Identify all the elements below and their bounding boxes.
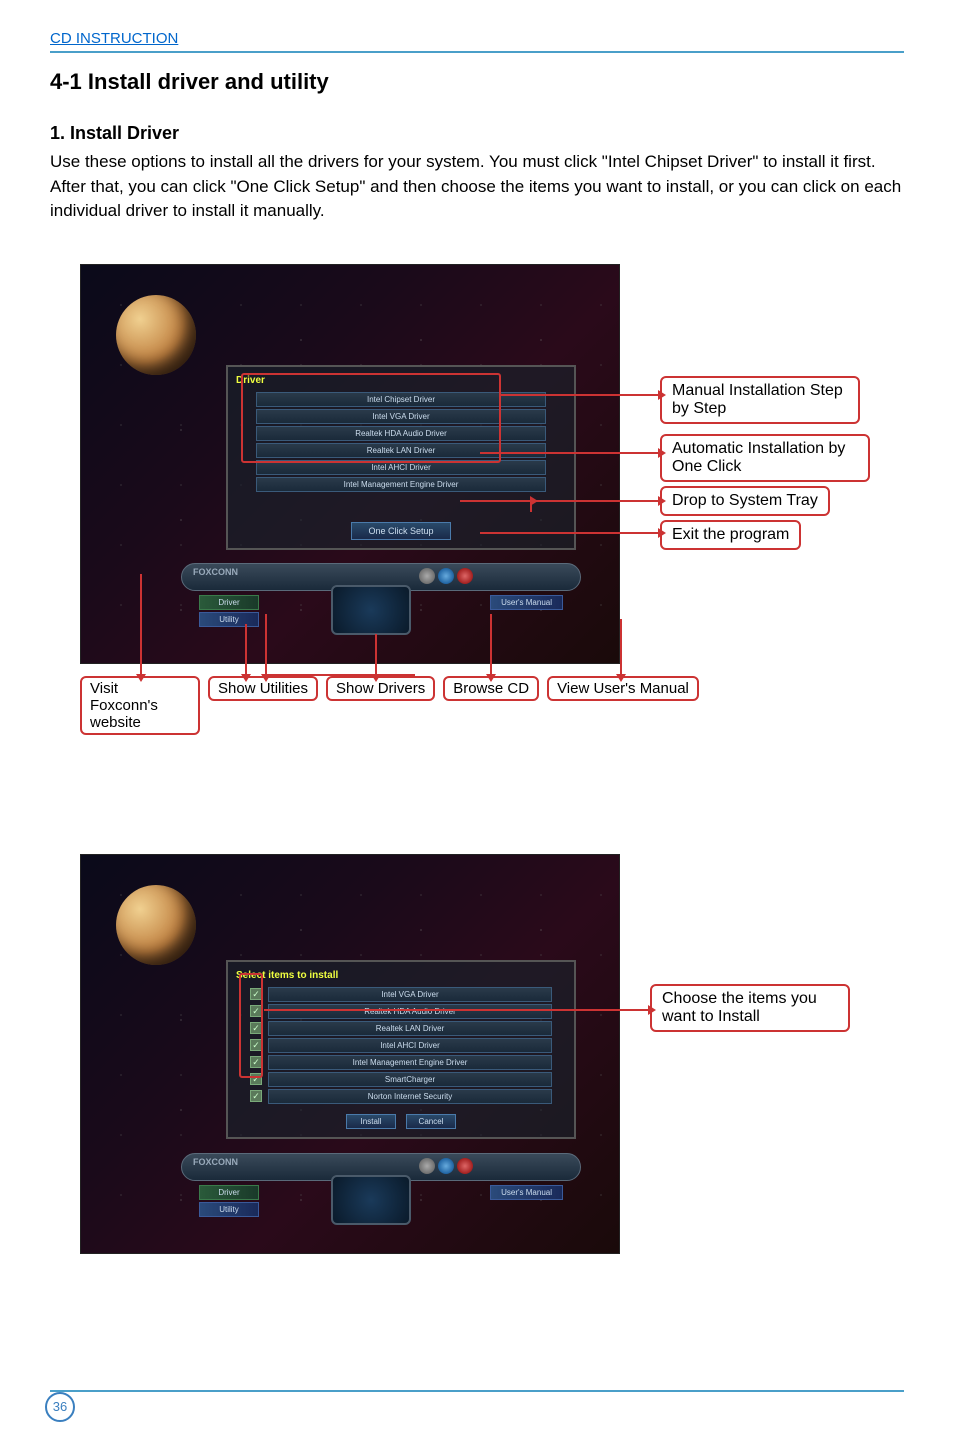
- driver-panel: Driver Intel Chipset Driver Intel VGA Dr…: [226, 365, 576, 550]
- checkbox-row: ✓ Norton Internet Security: [250, 1089, 552, 1104]
- checkbox-icon[interactable]: ✓: [250, 1022, 262, 1034]
- checkbox-row: ✓ Realtek LAN Driver: [250, 1021, 552, 1036]
- left-buttons: Driver Utility: [199, 1185, 259, 1219]
- one-click-setup-button[interactable]: One Click Setup: [351, 522, 451, 540]
- checkbox-row: ✓ Intel AHCI Driver: [250, 1038, 552, 1053]
- arrow-line: [264, 1009, 648, 1011]
- checkbox-icon[interactable]: ✓: [250, 1073, 262, 1085]
- left-buttons: Driver Utility: [199, 595, 259, 629]
- screenshot-2: Select items to install ✓ Intel VGA Drive…: [80, 854, 620, 1254]
- dock: FOXCONN Driver Utility User's Manual: [181, 553, 581, 633]
- cancel-button[interactable]: Cancel: [406, 1114, 456, 1129]
- callout-choose: Choose the items you want to Install: [650, 984, 850, 1032]
- install-item[interactable]: Intel AHCI Driver: [268, 1038, 552, 1053]
- right-buttons: User's Manual: [490, 595, 563, 612]
- callout-visit: Visit Foxconn's website: [80, 676, 200, 735]
- round-icons: [419, 568, 473, 584]
- round-icons: [419, 1158, 473, 1174]
- checkbox-icon[interactable]: ✓: [250, 1039, 262, 1051]
- driver-item[interactable]: Intel AHCI Driver: [256, 460, 546, 475]
- body-text: Use these options to install all the dri…: [50, 150, 904, 224]
- right-buttons: User's Manual: [490, 1185, 563, 1202]
- dock: FOXCONN Driver Utility User's Manual: [181, 1143, 581, 1223]
- checkbox-row: ✓ Realtek HDA Audio Driver: [250, 1004, 552, 1019]
- figure-2: Select items to install ✓ Intel VGA Drive…: [80, 854, 904, 1264]
- bottom-labels: Visit Foxconn's website Show Utilities S…: [80, 676, 699, 735]
- users-manual-button[interactable]: User's Manual: [490, 595, 563, 610]
- arrow-line: [375, 674, 415, 676]
- install-button[interactable]: Install: [346, 1114, 396, 1129]
- figure-1: Driver Intel Chipset Driver Intel VGA Dr…: [80, 264, 904, 734]
- install-item[interactable]: Intel Management Engine Driver: [268, 1055, 552, 1070]
- driver-item[interactable]: Realtek LAN Driver: [256, 443, 546, 458]
- arrow-line: [620, 619, 622, 674]
- tray-icon[interactable]: [438, 1158, 454, 1174]
- arrow-line: [530, 500, 658, 502]
- planet-icon: [116, 885, 196, 965]
- arrow-line: [460, 500, 530, 502]
- checkbox-icon[interactable]: ✓: [250, 988, 262, 1000]
- panel-title: Driver: [236, 375, 566, 386]
- radar-icon[interactable]: [331, 585, 411, 635]
- checkbox-row: ✓ Intel Management Engine Driver: [250, 1055, 552, 1070]
- footer-rule: [50, 1390, 904, 1392]
- minimize-icon[interactable]: [419, 1158, 435, 1174]
- callout-tray: Drop to System Tray: [660, 486, 830, 516]
- minimize-icon[interactable]: [419, 568, 435, 584]
- close-icon[interactable]: [457, 1158, 473, 1174]
- arrow-line: [375, 634, 377, 674]
- arrow-line: [500, 394, 658, 396]
- arrow-line: [480, 532, 658, 534]
- section-title: 4-1 Install driver and utility: [50, 69, 904, 95]
- arrow-line: [480, 452, 658, 454]
- arrow-line: [245, 624, 247, 674]
- brand-label: FOXCONN: [193, 1157, 238, 1167]
- callout-manual: Manual Installation Step by Step: [660, 376, 860, 424]
- screenshot-1: Driver Intel Chipset Driver Intel VGA Dr…: [80, 264, 620, 664]
- panel-title: Select items to install: [236, 970, 566, 981]
- close-icon[interactable]: [457, 568, 473, 584]
- checkbox-row: ✓ SmartCharger: [250, 1072, 552, 1087]
- install-item[interactable]: Norton Internet Security: [268, 1089, 552, 1104]
- checkbox-icon[interactable]: ✓: [250, 1056, 262, 1068]
- driver-button[interactable]: Driver: [199, 1185, 259, 1200]
- install-cancel-row: Install Cancel: [236, 1114, 566, 1129]
- radar-icon[interactable]: [331, 1175, 411, 1225]
- callout-exit: Exit the program: [660, 520, 801, 550]
- callout-auto: Automatic Installation by One Click: [660, 434, 870, 482]
- driver-item[interactable]: Intel Management Engine Driver: [256, 477, 546, 492]
- arrow-line: [490, 614, 492, 674]
- arrow-line: [140, 574, 142, 674]
- subsection-title: 1. Install Driver: [50, 123, 904, 144]
- install-item[interactable]: Realtek LAN Driver: [268, 1021, 552, 1036]
- driver-item[interactable]: Realtek HDA Audio Driver: [256, 426, 546, 441]
- select-panel: Select items to install ✓ Intel VGA Drive…: [226, 960, 576, 1139]
- install-item[interactable]: Realtek HDA Audio Driver: [268, 1004, 552, 1019]
- checkbox-row: ✓ Intel VGA Driver: [250, 987, 552, 1002]
- planet-icon: [116, 295, 196, 375]
- driver-item[interactable]: Intel VGA Driver: [256, 409, 546, 424]
- utility-button[interactable]: Utility: [199, 612, 259, 627]
- utility-button[interactable]: Utility: [199, 1202, 259, 1217]
- checkbox-icon[interactable]: ✓: [250, 1090, 262, 1102]
- brand-label: FOXCONN: [193, 567, 238, 577]
- tray-icon[interactable]: [438, 568, 454, 584]
- install-item[interactable]: SmartCharger: [268, 1072, 552, 1087]
- arrow-line: [265, 614, 267, 674]
- users-manual-button[interactable]: User's Manual: [490, 1185, 563, 1200]
- checkbox-icon[interactable]: ✓: [250, 1005, 262, 1017]
- arrow-line: [265, 674, 380, 676]
- install-item[interactable]: Intel VGA Driver: [268, 987, 552, 1002]
- driver-button[interactable]: Driver: [199, 595, 259, 610]
- header-link: CD INSTRUCTION: [50, 30, 904, 47]
- header-rule: [50, 51, 904, 53]
- page-number: 36: [45, 1392, 75, 1422]
